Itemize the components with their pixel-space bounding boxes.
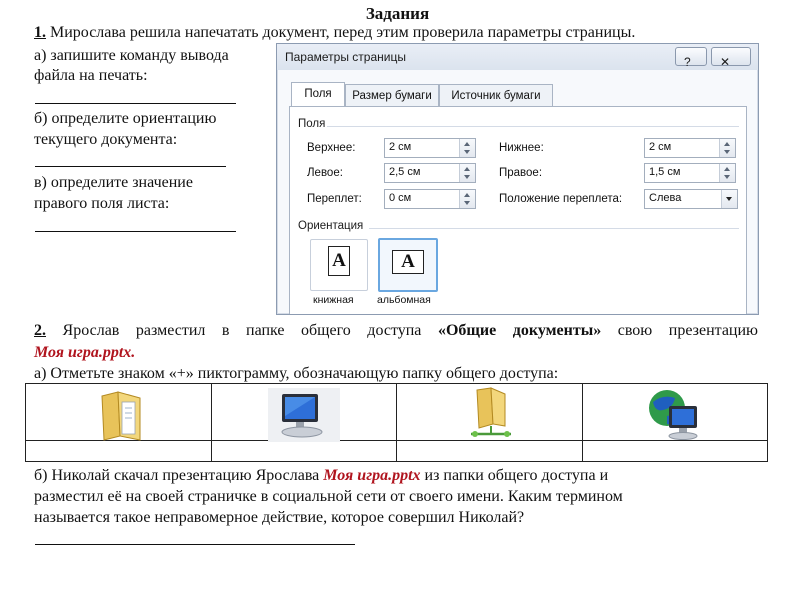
answer-blank-c bbox=[35, 231, 236, 232]
task2-intro: 2. Ярослав разместил в папке общего дост… bbox=[34, 321, 758, 340]
icon-cell-1[interactable] bbox=[25, 383, 212, 441]
page-setup-dialog: Параметры страницы ? ✕ Поля Размер бумаг… bbox=[276, 43, 759, 315]
icon-cell-4[interactable] bbox=[581, 383, 768, 441]
bottom-margin-value: 2 см bbox=[649, 141, 672, 153]
answer-cell-4[interactable] bbox=[581, 440, 768, 462]
spin-arrows-icon[interactable] bbox=[459, 164, 475, 182]
chevron-down-icon[interactable] bbox=[721, 190, 737, 208]
answer-blank-a bbox=[35, 103, 236, 104]
task2-text-before: Ярослав разместил в папке общего доступа bbox=[62, 322, 422, 339]
group-fields-divider bbox=[327, 126, 739, 127]
landscape-option[interactable]: A bbox=[378, 238, 438, 292]
tab-paper-source[interactable]: Источник бумаги bbox=[439, 84, 553, 107]
portrait-page-icon: A bbox=[328, 246, 350, 276]
top-margin-value: 2 см bbox=[389, 141, 412, 153]
network-globe-icon bbox=[648, 390, 697, 440]
gutter-value: 0 см bbox=[389, 192, 412, 204]
group-orientation-label: Ориентация bbox=[298, 220, 364, 232]
group-orientation-divider bbox=[369, 228, 739, 229]
left-margin-input[interactable]: 2,5 см bbox=[384, 163, 476, 183]
landscape-page-icon: A bbox=[392, 250, 424, 274]
spin-arrows-icon[interactable] bbox=[719, 164, 735, 182]
portrait-option[interactable]: A bbox=[310, 239, 368, 291]
task2-b-after: из папки общего доступа и bbox=[424, 467, 609, 484]
answer-blank-task2 bbox=[35, 544, 355, 545]
task1-b-line2: текущего документа: bbox=[34, 131, 178, 148]
task1-a-line2: файла на печать: bbox=[34, 67, 148, 84]
folder-icon bbox=[101, 391, 141, 441]
icon-cell-2[interactable] bbox=[210, 383, 397, 442]
spin-arrows-icon[interactable] bbox=[459, 139, 475, 157]
left-margin-value: 2,5 см bbox=[389, 166, 421, 178]
help-button[interactable]: ? bbox=[675, 47, 707, 69]
close-button[interactable]: ✕ bbox=[711, 47, 751, 69]
icon-cell-3[interactable] bbox=[396, 383, 583, 441]
gutter-label: Переплет: bbox=[307, 193, 362, 205]
page-title: Задания bbox=[365, 4, 430, 23]
top-margin-label: Верхнее: bbox=[307, 142, 356, 154]
task1-c-line2: правого поля листа: bbox=[34, 195, 170, 212]
shared-folder-name: «Общие документы» bbox=[437, 322, 602, 339]
dialog-title: Параметры страницы bbox=[285, 50, 406, 64]
task2-a-text: а) Отметьте знаком «+» пиктограмму, обоз… bbox=[34, 365, 559, 382]
right-margin-label: Правое: bbox=[499, 167, 543, 179]
answer-blank-b bbox=[35, 166, 226, 167]
task1-intro: 1. Мирослава решила напечатать документ,… bbox=[34, 23, 635, 42]
help-icon: ? bbox=[684, 55, 691, 69]
answer-cell-2[interactable] bbox=[210, 440, 397, 462]
task1-a-line1: а) запишите команду вывода bbox=[34, 47, 229, 64]
spin-arrows-icon[interactable] bbox=[459, 190, 475, 208]
dialog-titlebar: Параметры страницы ? ✕ bbox=[277, 44, 758, 70]
right-margin-input[interactable]: 1,5 см bbox=[644, 163, 736, 183]
task2-text-after: свою презентацию bbox=[617, 322, 759, 339]
task2-b-before: б) Николай скачал презентацию Ярослава bbox=[34, 467, 320, 484]
close-icon: ✕ bbox=[720, 55, 731, 69]
bottom-margin-label: Нижнее: bbox=[499, 142, 544, 154]
left-margin-label: Левое: bbox=[307, 167, 343, 179]
computer-icon bbox=[267, 388, 340, 442]
task1-b-line1: б) определите ориентацию bbox=[34, 110, 217, 127]
answer-cell-3[interactable] bbox=[396, 440, 583, 462]
tab-fields[interactable]: Поля bbox=[291, 82, 345, 108]
group-fields-label: Поля bbox=[298, 118, 326, 130]
gutter-position-label: Положение переплета: bbox=[499, 193, 623, 205]
landscape-label: альбомная bbox=[377, 294, 431, 306]
task2-b-line1: б) Николай скачал презентацию Ярослава М… bbox=[34, 466, 608, 485]
gutter-position-value: Слева bbox=[649, 192, 682, 204]
task2-number: 2. bbox=[34, 322, 46, 339]
task2-b-line3: называется такое неправомерное действие,… bbox=[34, 509, 525, 526]
tab-paper-size[interactable]: Размер бумаги bbox=[345, 84, 439, 107]
task1-text: Мирослава решила напечатать документ, пе… bbox=[50, 24, 636, 41]
right-margin-value: 1,5 см bbox=[649, 166, 681, 178]
shared-folder-icon bbox=[471, 387, 511, 437]
task1-c-line1: в) определите значение bbox=[34, 174, 193, 191]
icons-table bbox=[25, 383, 768, 462]
gutter-input[interactable]: 0 см bbox=[384, 189, 476, 209]
bottom-margin-input[interactable]: 2 см bbox=[644, 138, 736, 158]
portrait-label: книжная bbox=[313, 294, 354, 306]
gutter-position-select[interactable]: Слева bbox=[644, 189, 738, 209]
task2-file-name: Моя игра.pptx. bbox=[34, 344, 136, 361]
task1-number: 1. bbox=[34, 24, 46, 41]
task2-b-file: Моя игра.pptx bbox=[323, 467, 421, 484]
task2-b-line2: разместил её на своей страничке в социал… bbox=[34, 488, 623, 505]
spin-arrows-icon[interactable] bbox=[719, 139, 735, 157]
top-margin-input[interactable]: 2 см bbox=[384, 138, 476, 158]
